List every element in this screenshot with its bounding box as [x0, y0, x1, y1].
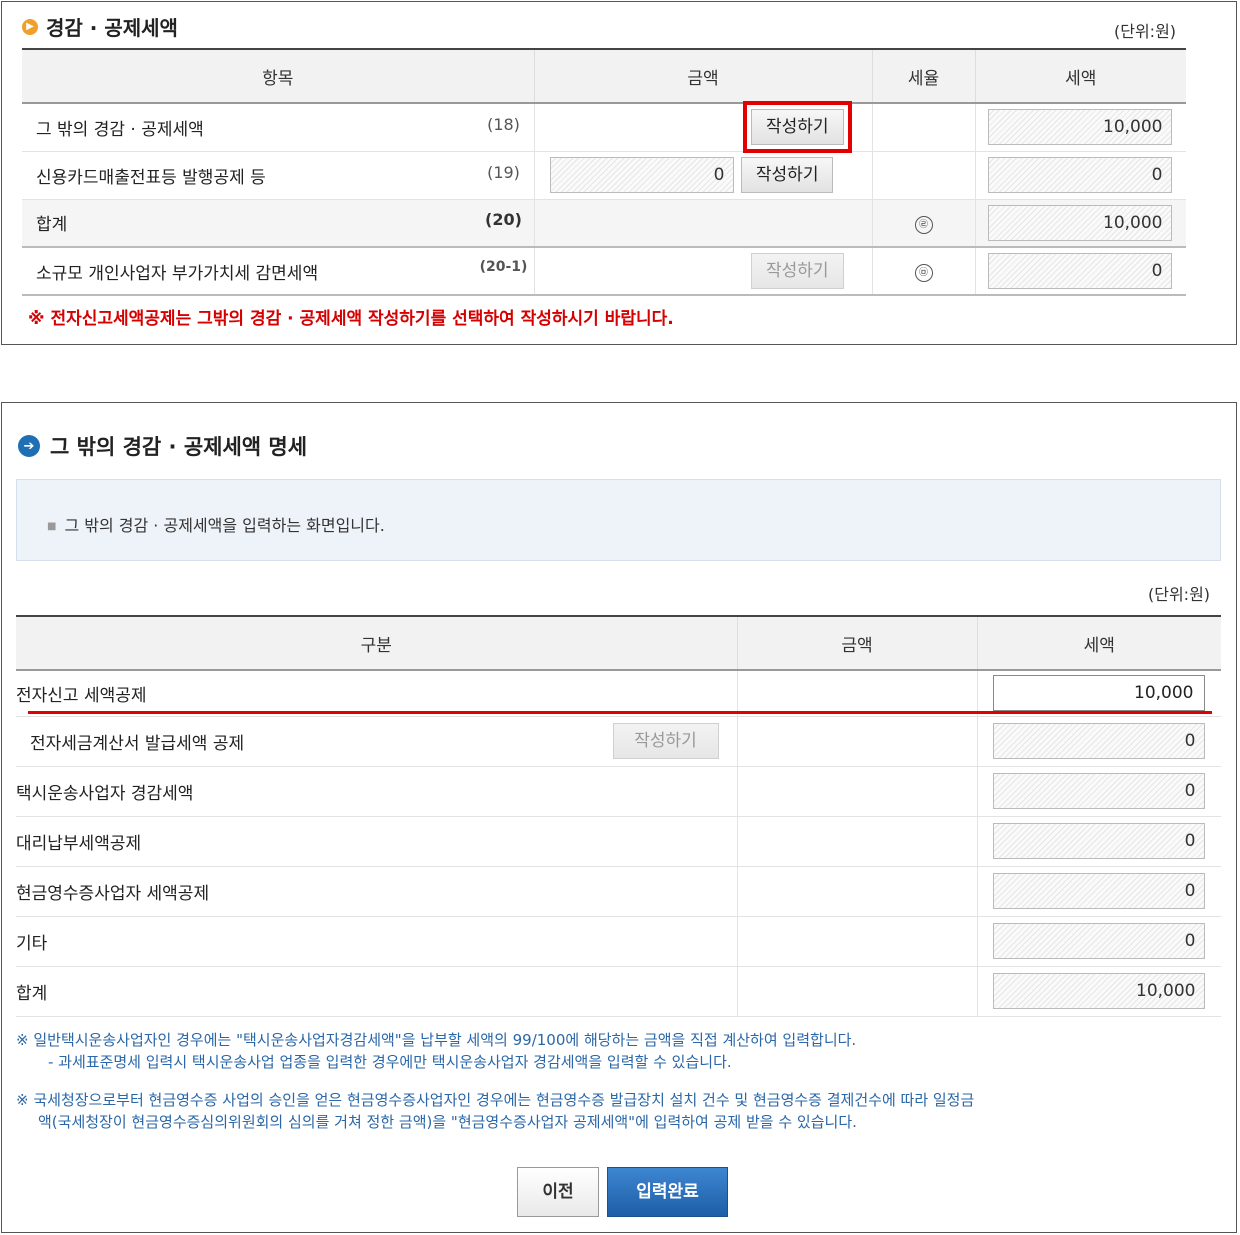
- row-label: 전자신고 세액공제: [16, 670, 737, 717]
- arrow-right-icon: ➔: [18, 435, 40, 457]
- tax-field: 0: [992, 873, 1205, 909]
- col-header-item: 항목: [22, 49, 534, 103]
- tax-field: 0: [992, 923, 1205, 959]
- write-other-reduction-button[interactable]: 작성하기: [742, 101, 852, 154]
- tax-field: 10,000: [987, 204, 1172, 241]
- col-header-rate: 세율: [871, 49, 975, 103]
- row-label: 기타: [16, 916, 737, 967]
- row-label: 합계: [36, 215, 68, 236]
- highlight-underline: [28, 711, 1212, 714]
- col-header-amount: 금액: [736, 616, 977, 670]
- detail-table: 구분 금액 세액 전자신고 세액공제 10,000 전자세금계산서 발급세액 공…: [16, 615, 1221, 1017]
- col-header-tax: 세액: [974, 49, 1186, 103]
- notice-text: ※ 전자신고세액공제는 그밖의 경감 · 공제세액 작성하기를 선택하여 작성하…: [28, 309, 674, 329]
- info-text: ■ 그 밖의 경감 · 공제세액을 입력하는 화면입니다.: [47, 516, 385, 535]
- tax-reduction-panel: ▶ 경감 · 공제세액 (단위:원) 항목 금액 세율 세액 그 밖의 경감 ·…: [1, 1, 1237, 345]
- panel1-title: ▶ 경감 · 공제세액: [22, 12, 178, 41]
- tax-field: 10,000: [992, 973, 1205, 1009]
- tax-field: 0: [987, 157, 1172, 193]
- prev-button[interactable]: 이전: [517, 1167, 599, 1217]
- row-label: 소규모 개인사업자 부가가치세 감면세액: [36, 263, 319, 284]
- write-e-invoice-button[interactable]: 작성하기: [612, 723, 719, 759]
- write-card-deduction-button[interactable]: 작성하기: [740, 157, 834, 193]
- info-box: ■ 그 밖의 경감 · 공제세액을 입력하는 화면입니다.: [16, 479, 1221, 561]
- submit-button[interactable]: 입력완료: [607, 1167, 728, 1217]
- table-row: 그 밖의 경감 · 공제세액 (18) 작성하기 10,000: [22, 101, 1186, 154]
- panel2-title-text: 그 밖의 경감 · 공제세액 명세: [50, 435, 308, 459]
- row-label: 대리납부세액공제: [16, 816, 737, 867]
- table-row: 전자세금계산서 발급세액 공제 작성하기 0: [16, 716, 1221, 767]
- table-row: 택시운송사업자 경감세액 0: [16, 766, 1221, 817]
- tax-field: 0: [992, 773, 1205, 809]
- unit-label: (단위:원): [1148, 585, 1211, 604]
- rate-mark-icon: ㉣: [914, 215, 933, 234]
- row-label: 그 밖의 경감 · 공제세액: [36, 119, 204, 140]
- row-label: 합계: [16, 966, 737, 1017]
- row-label: 택시운송사업자 경감세액: [16, 766, 737, 817]
- tax-field: 0: [992, 823, 1205, 859]
- panel2-title: ➔ 그 밖의 경감 · 공제세액 명세: [18, 431, 307, 461]
- row-code: (20): [485, 210, 522, 230]
- row-label: 현금영수증사업자 세액공제: [16, 866, 737, 917]
- write-small-business-button[interactable]: 작성하기: [750, 253, 844, 289]
- other-reduction-detail-panel: ➔ 그 밖의 경감 · 공제세액 명세 ■ 그 밖의 경감 · 공제세액을 입력하…: [1, 402, 1237, 1233]
- arrow-bullet-icon: ▶: [22, 18, 38, 35]
- e-filing-tax-input[interactable]: 10,000: [992, 675, 1205, 712]
- table-row: 신용카드매출전표등 발행공제 등 (19) 0 작성하기 0: [22, 151, 1186, 200]
- note-cash-receipt: ※ 국세청장으로부터 현금영수증 사업의 승인을 얻은 현금영수증사업자인 경우…: [16, 1091, 975, 1131]
- row-label: 전자세금계산서 발급세액 공제: [30, 733, 245, 754]
- row-code: (19): [487, 162, 520, 182]
- table-row: 소규모 개인사업자 부가가치세 감면세액 (20-1) 작성하기 ㉤ 0: [22, 247, 1186, 296]
- table-row: 전자신고 세액공제 10,000: [16, 670, 1221, 717]
- table-row-total: 합계 (20) ㉣ 10,000: [22, 199, 1186, 248]
- table-row: 현금영수증사업자 세액공제 0: [16, 866, 1221, 917]
- unit-label: (단위:원): [1114, 22, 1177, 41]
- table-row-total: 합계 10,000: [16, 966, 1221, 1017]
- panel1-title-text: 경감 · 공제세액: [46, 16, 178, 40]
- col-header-amount: 금액: [533, 49, 872, 103]
- amount-field: 0: [549, 157, 734, 193]
- tax-field: 0: [992, 723, 1205, 759]
- table-row: 기타 0: [16, 916, 1221, 967]
- row-code: (18): [487, 114, 520, 134]
- row-code: (20-1): [479, 258, 528, 275]
- rate-mark-icon: ㉤: [914, 264, 933, 282]
- col-header-category: 구분: [16, 616, 737, 670]
- row-label: 신용카드매출전표등 발행공제 등: [36, 167, 266, 188]
- col-header-tax: 세액: [976, 616, 1221, 670]
- tax-field: 0: [987, 253, 1172, 289]
- tax-field: 10,000: [987, 109, 1172, 146]
- reduction-table: 항목 금액 세율 세액 그 밖의 경감 · 공제세액 (18) 작성하기 10,0…: [22, 48, 1186, 296]
- square-bullet-icon: ■: [47, 521, 57, 532]
- note-taxi: ※ 일반택시운송사업자인 경우에는 "택시운송사업자경감세액"을 납부할 세액의…: [16, 1031, 857, 1071]
- table-row: 대리납부세액공제 0: [16, 816, 1221, 867]
